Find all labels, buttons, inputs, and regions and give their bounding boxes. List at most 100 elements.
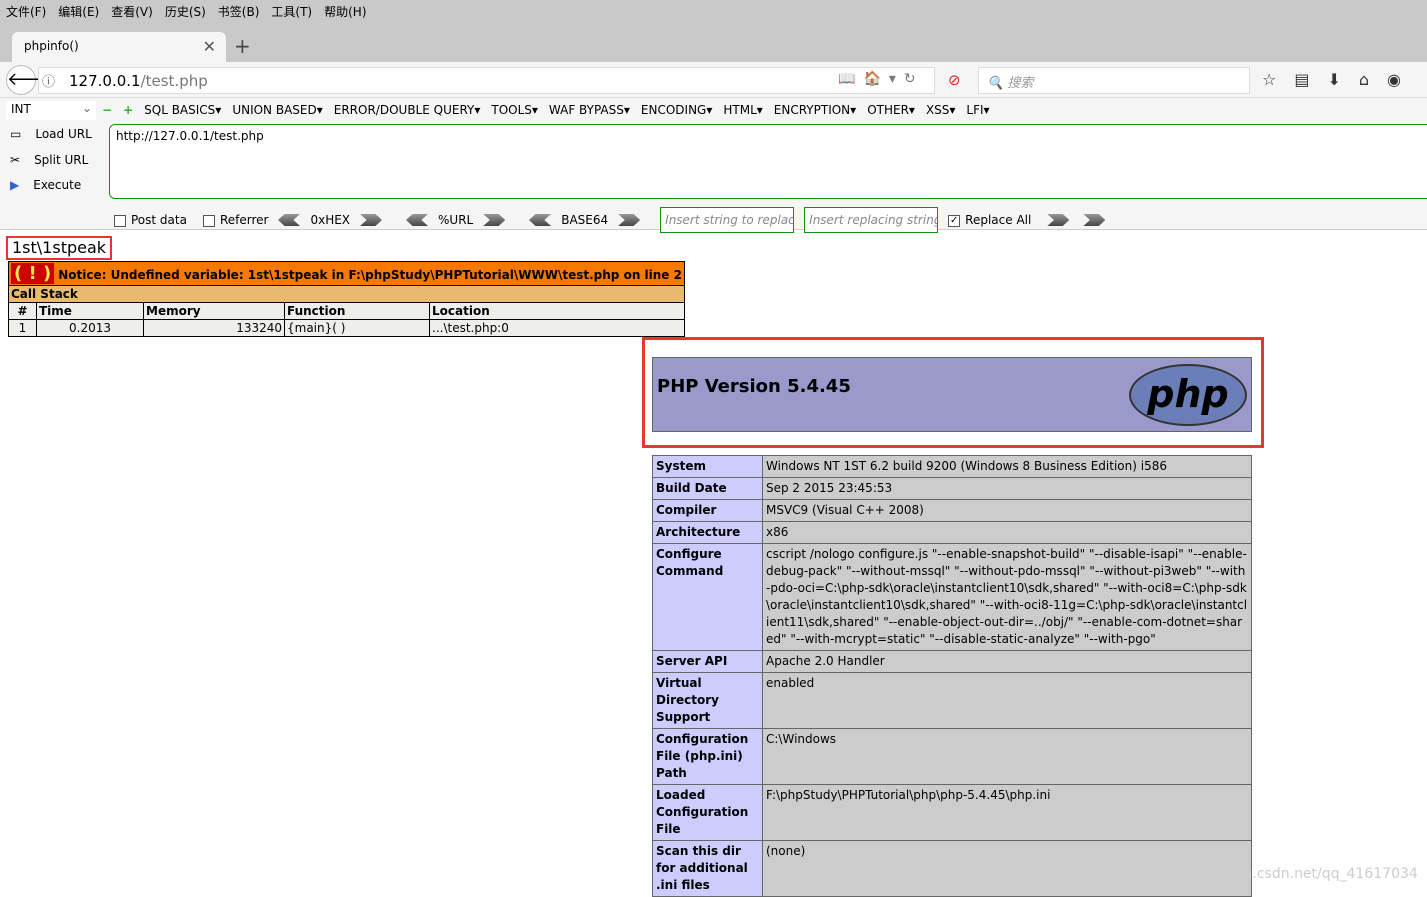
back-button[interactable]: 🡐 [6,65,55,95]
watermark: https://blog.csdn.net/qq_41617034 [1172,866,1418,882]
menu-waf-bypass[interactable]: WAF BYPASS▾ [549,103,630,117]
menu-history[interactable]: 历史(S) [165,3,206,20]
info-label: Configuration File (php.ini) Path [652,728,763,785]
menu-bar: 文件(F) 编辑(E) 查看(V) 历史(S) 书签(B) 工具(T) 帮助(H… [0,0,1427,22]
table-row: 1 0.2013 133240 {main}( ) ...\test.php:0 [8,319,685,337]
load-icon: ▭ [10,127,22,141]
hex-encode-arrow[interactable] [360,214,383,226]
table-row: Configure Command cscript /nologo configu… [652,543,1252,651]
tab-phpinfo[interactable]: phpinfo() ✕ [12,32,226,62]
info-value: Windows NT 1ST 6.2 build 9200 (Windows 8… [762,455,1252,478]
type-select[interactable]: INT ⌄ [6,101,96,120]
new-tab-button[interactable]: + [234,34,251,58]
menu-sql-basics[interactable]: SQL BASICS▾ [144,103,221,117]
notice-text: Notice: Undefined variable: 1st\1stpeak … [58,268,682,282]
table-row: Build Date Sep 2 2015 23:45:53 [652,477,1252,500]
reload-icon[interactable]: ↻ [904,71,916,87]
load-url-button[interactable]: ▭ Load URL [10,127,92,141]
xdebug-notice-table: ( ! ) Notice: Undefined variable: 1st\1st… [8,261,685,337]
info-value: F:\phpStudy\PHPTutorial\php\php-5.4.45\p… [762,784,1252,841]
replace-input[interactable]: Insert string to replace [660,207,795,233]
info-label: Compiler [652,499,763,522]
info-value: C:\Windows [762,728,1252,785]
phpinfo-table: System Windows NT 1ST 6.2 build 9200 (Win… [652,455,1252,897]
replace-arrow[interactable] [1047,214,1070,226]
info-icon[interactable]: ⓘ [42,71,55,90]
info-label: Loaded Configuration File [652,784,763,841]
star-icon[interactable]: ☆ [1262,70,1276,89]
info-label: Scan this dir for additional .ini files [652,840,763,897]
tab-title: phpinfo() [24,39,79,53]
info-label: Virtual Directory Support [652,672,763,729]
table-row: Configuration File (php.ini) Path C:\Wind… [652,728,1252,785]
table-row: System Windows NT 1ST 6.2 build 9200 (Win… [652,455,1252,478]
menu-xss[interactable]: XSS▾ [926,103,955,117]
php-version: PHP Version 5.4.45 [657,376,851,397]
plus-icon[interactable]: + [123,103,133,117]
menu-tools[interactable]: 工具(T) [271,3,312,20]
play-icon: ▶ [10,178,20,192]
info-label: Architecture [652,521,763,544]
reader-icon[interactable]: 📖 [838,71,855,87]
table-row: Compiler MSVC9 (Visual C++ 2008) [652,499,1252,522]
menu-html[interactable]: HTML▾ [723,103,762,117]
search-input[interactable]: 🔍 搜索 [978,67,1250,94]
info-value: Sep 2 2015 23:45:53 [762,477,1252,500]
info-value: x86 [762,521,1252,544]
menu-help[interactable]: 帮助(H) [324,3,366,20]
menu-bookmarks[interactable]: 书签(B) [218,3,260,20]
replacing-input[interactable]: Insert replacing string [804,207,939,233]
url-encode-arrow[interactable] [483,214,506,226]
minus-icon[interactable]: − [102,103,112,117]
split-url-button[interactable]: ✂ Split URL [10,153,88,167]
info-value: MSVC9 (Visual C++ 2008) [762,499,1252,522]
php-version-header: PHP Version 5.4.45 php [652,357,1252,432]
hackbar-menu: − + SQL BASICS▾ UNION BASED▾ ERROR/DOUBLE… [102,103,990,117]
dropdown-icon[interactable]: ▾ [889,71,896,87]
post-data-checkbox[interactable]: Post data [114,213,187,227]
info-label: Server API [652,650,763,673]
hex-decode-arrow[interactable] [278,214,300,226]
echo-output: 1st\1stpeak [6,236,113,260]
info-value: enabled [762,672,1252,729]
info-label: Build Date [652,477,763,500]
replace-all-checkbox[interactable]: ✓ Replace All [948,213,1031,227]
home-icon[interactable]: 🏠 [863,71,880,87]
info-label: Configure Command [652,543,763,651]
base64-encode-arrow[interactable] [618,214,641,226]
url-textarea[interactable]: http://127.0.0.1/test.php [109,124,1427,199]
table-row: Virtual Directory Support enabled [652,672,1252,729]
info-value: cscript /nologo configure.js "--enable-s… [762,543,1252,651]
call-stack-header: Call Stack [8,285,685,303]
menu-edit[interactable]: 编辑(E) [58,3,99,20]
menu-lfi[interactable]: LFI▾ [966,103,989,117]
scissors-icon: ✂ [10,153,21,167]
home-icon[interactable]: ⌂ [1359,70,1369,89]
warning-icon: ( ! ) [11,263,55,284]
menu-tools[interactable]: TOOLS▾ [491,103,538,117]
menu-other[interactable]: OTHER▾ [867,103,915,117]
table-row: Server API Apache 2.0 Handler [652,650,1252,673]
library-icon[interactable]: ▤ [1294,70,1309,89]
php-logo: php [1129,364,1247,426]
menu-encryption[interactable]: ENCRYPTION▾ [774,103,856,117]
menu-file[interactable]: 文件(F) [6,3,46,20]
url-decode-arrow[interactable] [406,214,428,226]
table-row: Architecture x86 [652,521,1252,544]
referrer-checkbox[interactable]: Referrer [202,213,268,227]
info-label: System [652,455,763,478]
menu-union-based[interactable]: UNION BASED▾ [232,103,322,117]
menu-error-double-query[interactable]: ERROR/DOUBLE QUERY▾ [334,103,481,117]
chevron-down-icon: ⌄ [81,101,92,115]
download-icon[interactable]: ⬇ [1327,70,1340,89]
replace-next-arrow[interactable] [1083,214,1106,226]
info-value: Apache 2.0 Handler [762,650,1252,673]
menu-encoding[interactable]: ENCODING▾ [641,103,712,117]
execute-button[interactable]: ▶ Execute [10,178,81,192]
url-bar[interactable]: 127.0.0.1/test.php [38,67,935,94]
globe-icon[interactable]: ◉ [1387,70,1401,89]
noscript-icon[interactable]: ⊘ [948,71,961,89]
close-icon[interactable]: ✕ [203,37,216,56]
menu-view[interactable]: 查看(V) [111,3,153,20]
base64-decode-arrow[interactable] [529,214,551,226]
